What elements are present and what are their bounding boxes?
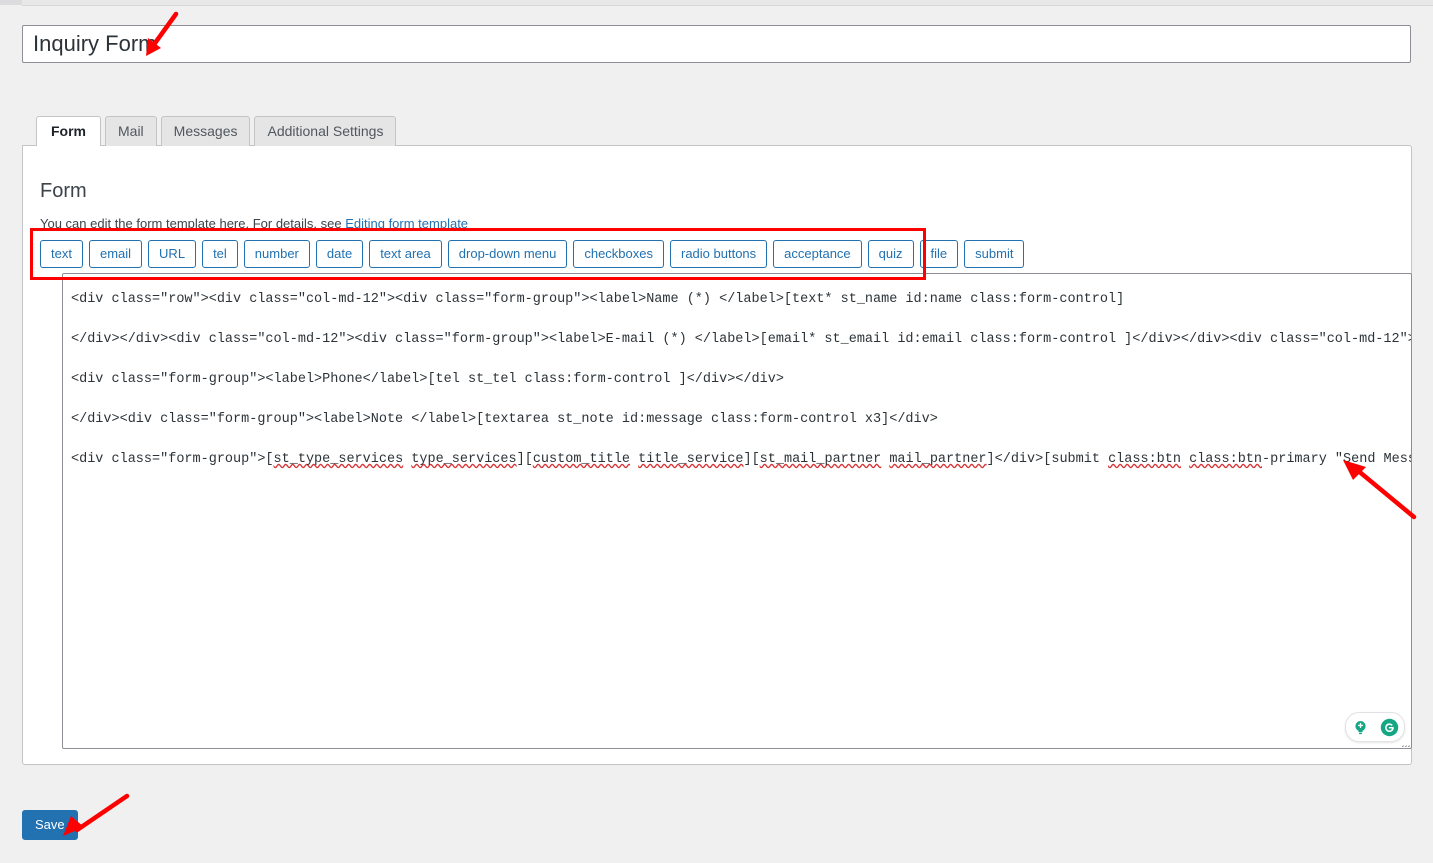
lightbulb-icon[interactable]	[1352, 719, 1369, 736]
code-line: <div class="row"><div class="col-md-12">…	[71, 280, 1407, 320]
panel-description: You can edit the form template here. For…	[40, 216, 468, 231]
textarea-resize-handle[interactable]	[1398, 735, 1410, 747]
tag-button-text[interactable]: text	[40, 240, 83, 268]
tag-button-tel[interactable]: tel	[202, 240, 238, 268]
code-line: <div class="form-group">[st_type_servic…	[71, 440, 1407, 480]
tag-button-url[interactable]: URL	[148, 240, 196, 268]
panel-description-text: You can edit the form template here. For…	[40, 216, 345, 231]
tag-button-number[interactable]: number	[244, 240, 310, 268]
form-template-textarea[interactable]: <div class="row"><div class="col-md-12">…	[62, 273, 1412, 749]
panel-heading: Form	[40, 180, 87, 203]
save-button[interactable]: Save	[22, 810, 78, 840]
tag-button-quiz[interactable]: quiz	[868, 240, 914, 268]
grammarly-widget[interactable]	[1345, 712, 1405, 742]
form-title-input[interactable]	[22, 25, 1411, 63]
screen: Form Mail Messages Additional Settings F…	[0, 0, 1433, 863]
tag-button-date[interactable]: date	[316, 240, 363, 268]
code-line: <div class="form-group"><label>Phone</la…	[71, 360, 1407, 400]
tab-messages[interactable]: Messages	[161, 116, 251, 146]
tag-button-acceptance[interactable]: acceptance	[773, 240, 862, 268]
top-strip	[0, 0, 1433, 5]
form-panel: Form You can edit the form template here…	[22, 145, 1412, 765]
editor-tabs: Form Mail Messages Additional Settings	[36, 116, 400, 146]
tag-button-submit[interactable]: submit	[964, 240, 1024, 268]
tab-additional-settings[interactable]: Additional Settings	[254, 116, 396, 146]
tag-button-radio-buttons[interactable]: radio buttons	[670, 240, 767, 268]
tag-button-checkboxes[interactable]: checkboxes	[573, 240, 664, 268]
grammarly-g-icon[interactable]	[1380, 718, 1399, 737]
tag-button-drop-down-menu[interactable]: drop-down menu	[448, 240, 568, 268]
top-strip-inner	[22, 0, 1433, 6]
tag-button-email[interactable]: email	[89, 240, 142, 268]
code-line: </div></div><div class="col-md-12"><div …	[71, 320, 1407, 360]
code-line: </div><div class="form-group"><label>Not…	[71, 400, 1407, 440]
tab-mail[interactable]: Mail	[105, 116, 157, 146]
form-template-content: <div class="row"><div class="col-md-12">…	[71, 280, 1407, 480]
editing-form-template-link[interactable]: Editing form template	[345, 216, 468, 231]
tab-form[interactable]: Form	[36, 116, 101, 146]
form-tag-toolbar: text email URL tel number date text area…	[40, 240, 1024, 268]
tag-button-text-area[interactable]: text area	[369, 240, 442, 268]
tag-button-file[interactable]: file	[920, 240, 959, 268]
